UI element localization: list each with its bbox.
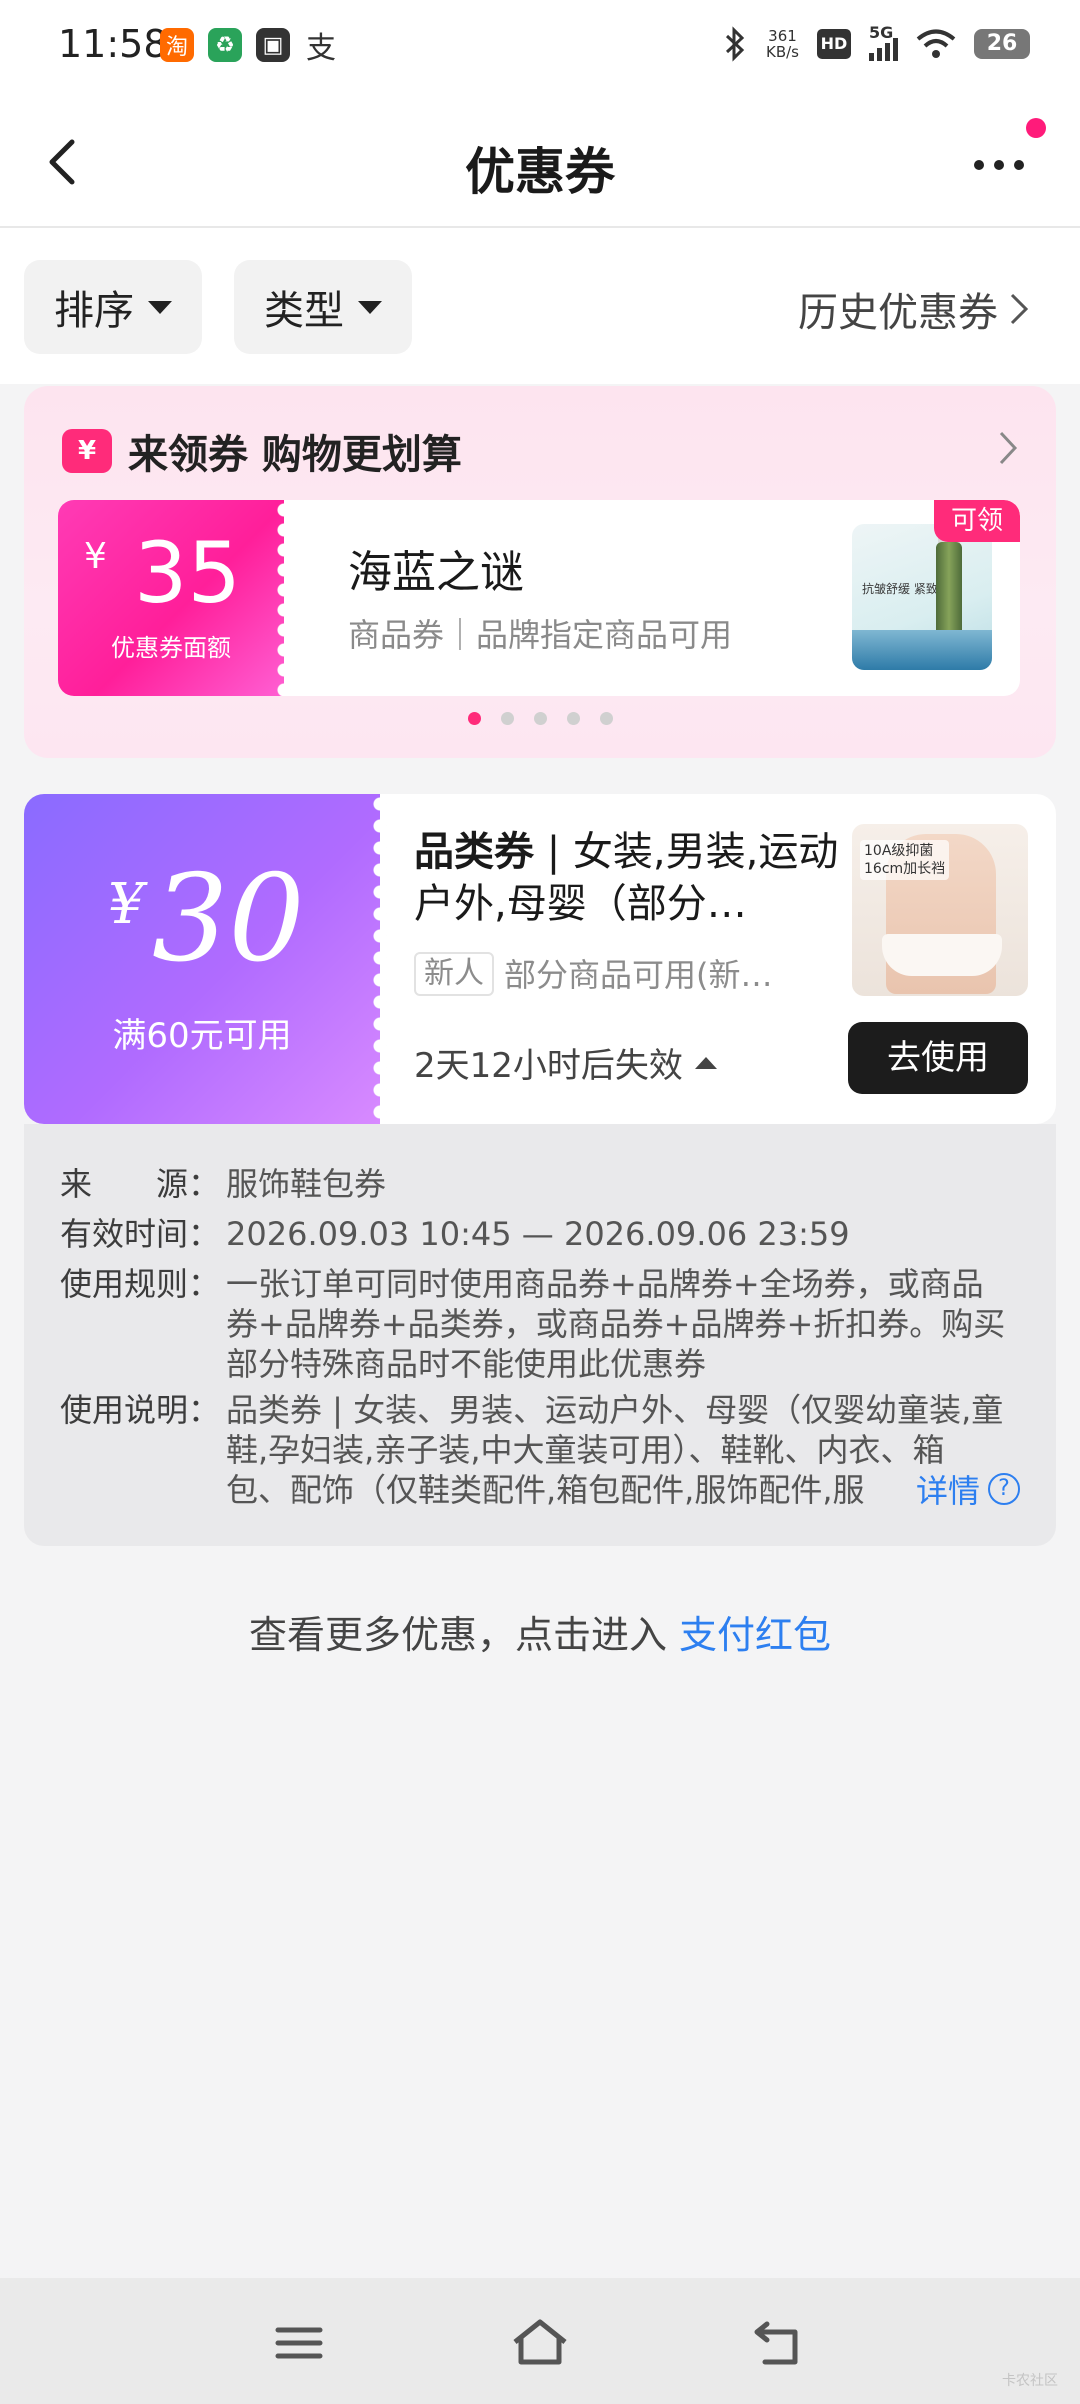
detail-key: 使用规则：	[60, 1265, 221, 1303]
bus-card-icon: ▣	[256, 28, 290, 62]
detail-notes: 使用说明： 品类券 | 女装、男装、运动户外、母婴（仅婴幼童装,童鞋,孕妇装,亲…	[60, 1390, 1006, 1510]
detail-key: 来 源：	[60, 1165, 221, 1203]
detail-valid-time: 有效时间： 2026.09.03 10:45 — 2026.09.06 23:5…	[60, 1214, 1006, 1254]
home-icon[interactable]	[505, 2308, 575, 2378]
battery-indicator: 26	[974, 29, 1030, 59]
pay-red-packet-link[interactable]: 支付红包	[679, 1613, 831, 1657]
net-speed-value: 361	[768, 27, 797, 45]
net-speed: 361 KB/s	[766, 28, 799, 60]
signal-icon: 5G	[869, 23, 898, 61]
detail-rules: 使用规则： 一张订单可同时使用商品券+品牌券+全场券，或商品券+品牌券+品类券，…	[60, 1264, 1006, 1384]
new-user-tag: 新人	[414, 952, 494, 996]
detail-source: 来 源： 服饰鞋包券	[60, 1164, 1006, 1204]
alipay-icon: 支	[306, 31, 336, 66]
dot-icon	[974, 160, 984, 170]
filter-bar: 排序 类型 历史优惠券	[0, 228, 1080, 384]
image-text-2: 16cm加长裆	[864, 861, 946, 877]
sort-dropdown[interactable]: 排序	[24, 260, 202, 354]
carousel-dot[interactable]	[500, 712, 514, 725]
caret-down-icon	[358, 300, 382, 314]
carousel-indicator	[24, 712, 1056, 725]
expiry-toggle[interactable]: 2天12小时后失效	[414, 1038, 717, 1087]
status-indicators: 361 KB/s HD 5G 26	[722, 23, 1030, 62]
carousel-dot[interactable]	[599, 712, 613, 725]
promo-card: ¥ 来领券 购物更划算 ¥ 35 优惠券面额 海蓝之谜 商品券｜品牌指定商品可用…	[24, 386, 1056, 758]
product-image: 10A级抑菌 16cm加长裆	[852, 824, 1028, 996]
status-bar: 11:58 淘 ♻ ▣ 支 361 KB/s HD 5G 26	[0, 0, 1080, 96]
notification-dot	[1026, 118, 1046, 138]
perforation	[272, 500, 296, 696]
coupon-title: 品类券 | 女装,男装,运动户外,母婴（部分…	[414, 826, 844, 930]
system-nav-bar: 卡农社区	[0, 2278, 1080, 2404]
sort-label: 排序	[54, 288, 134, 334]
detail-value: 品类券 | 女装、男装、运动户外、母婴（仅婴幼童装,童鞋,孕妇装,亲子装,中大童…	[226, 1391, 1004, 1509]
dot-icon	[1014, 160, 1024, 170]
amount-caption: 优惠券面额	[111, 634, 231, 662]
product-image: 抗皱舒缓 紧致保湿	[852, 524, 992, 670]
product-image-text: 10A级抑菌 16cm加长裆	[860, 840, 950, 880]
history-label: 历史优惠券	[798, 290, 998, 336]
perforation	[368, 794, 392, 1124]
chevron-right-icon[interactable]	[996, 426, 1020, 470]
page-title: 优惠券	[465, 143, 615, 201]
status-time: 11:58	[58, 22, 168, 66]
more-options-button[interactable]	[974, 150, 1034, 180]
coupon-card: ¥ 30 满60元可用 品类券 | 女装,男装,运动户外,母婴（部分… 新人 部…	[24, 794, 1056, 1124]
dot-icon	[994, 160, 1004, 170]
history-coupons-link[interactable]: 历史优惠券	[798, 280, 1030, 338]
details-label: 详情	[915, 1472, 980, 1510]
back-nav-icon[interactable]	[745, 2308, 815, 2378]
taobao-icon: 淘	[160, 28, 194, 62]
coupon-amount: 30	[152, 850, 305, 989]
coupon-amount: 35	[134, 524, 241, 622]
underwear	[882, 934, 1002, 976]
currency-symbol: ¥	[84, 536, 107, 577]
caret-up-icon	[694, 1056, 717, 1069]
coupon-details: 来 源： 服饰鞋包券 有效时间： 2026.09.03 10:45 — 2026…	[24, 1124, 1056, 1546]
caret-down-icon	[148, 300, 172, 314]
details-link[interactable]: 详情 ?	[907, 1466, 1020, 1512]
hd-icon: HD	[817, 29, 851, 59]
wifi-icon	[916, 29, 956, 58]
coupon-type: 品类券	[414, 829, 534, 875]
brand-name: 海蓝之谜	[348, 547, 524, 598]
bluetooth-icon	[725, 26, 745, 62]
detail-key: 使用说明：	[60, 1391, 221, 1429]
coupon-scope: 部分商品可用(新…	[504, 956, 773, 994]
more-offers-text: 查看更多优惠，点击进入	[248, 1613, 680, 1657]
menu-icon[interactable]	[264, 2308, 334, 2378]
image-wave	[852, 630, 992, 670]
coupon-value-panel: ¥ 30 满60元可用	[24, 794, 380, 1124]
coupon-condition: 满60元可用	[112, 1016, 292, 1056]
image-text-1: 10A级抑菌	[864, 843, 934, 859]
help-icon: ?	[988, 1473, 1020, 1505]
net-speed-unit: KB/s	[766, 43, 799, 61]
watermark: 卡农社区	[1002, 2373, 1058, 2389]
promo-coupon[interactable]: ¥ 35 优惠券面额 海蓝之谜 商品券｜品牌指定商品可用 抗皱舒缓 紧致保湿 可…	[58, 500, 1020, 696]
currency-symbol: ¥	[108, 872, 144, 937]
leaf-app-icon: ♻	[208, 28, 242, 62]
detail-value: 2026.09.03 10:45 — 2026.09.06 23:59	[226, 1215, 850, 1253]
expiry-text: 2天12小时后失效	[414, 1046, 683, 1086]
type-label: 类型	[264, 288, 344, 334]
coupon-description: 商品券｜品牌指定商品可用	[348, 616, 733, 654]
carousel-dot[interactable]	[533, 712, 547, 725]
coupon-badge-icon: ¥	[62, 429, 112, 473]
status-app-icons: 淘 ♻ ▣ 支	[160, 28, 338, 66]
detail-key: 有效时间：	[60, 1215, 221, 1253]
more-offers: 查看更多优惠，点击进入 支付红包	[0, 1604, 1080, 1659]
promo-coupon-value: ¥ 35 优惠券面额	[58, 500, 284, 696]
signal-label: 5G	[869, 23, 894, 42]
detail-value: 一张订单可同时使用商品券+品牌券+全场券，或商品券+品牌券+品类券，或商品券+品…	[226, 1265, 1006, 1383]
detail-value: 服饰鞋包券	[226, 1165, 387, 1203]
use-coupon-button[interactable]: 去使用	[848, 1022, 1028, 1094]
promo-title: 来领券 购物更划算	[128, 432, 462, 478]
type-dropdown[interactable]: 类型	[234, 260, 412, 354]
chevron-right-icon	[1010, 293, 1029, 325]
promo-header: ¥ 来领券 购物更划算	[62, 422, 462, 480]
carousel-dot[interactable]	[566, 712, 580, 725]
nav-bar: 优惠券	[0, 96, 1080, 228]
carousel-dot[interactable]	[467, 712, 481, 725]
claimable-tag: 可领	[934, 500, 1020, 542]
